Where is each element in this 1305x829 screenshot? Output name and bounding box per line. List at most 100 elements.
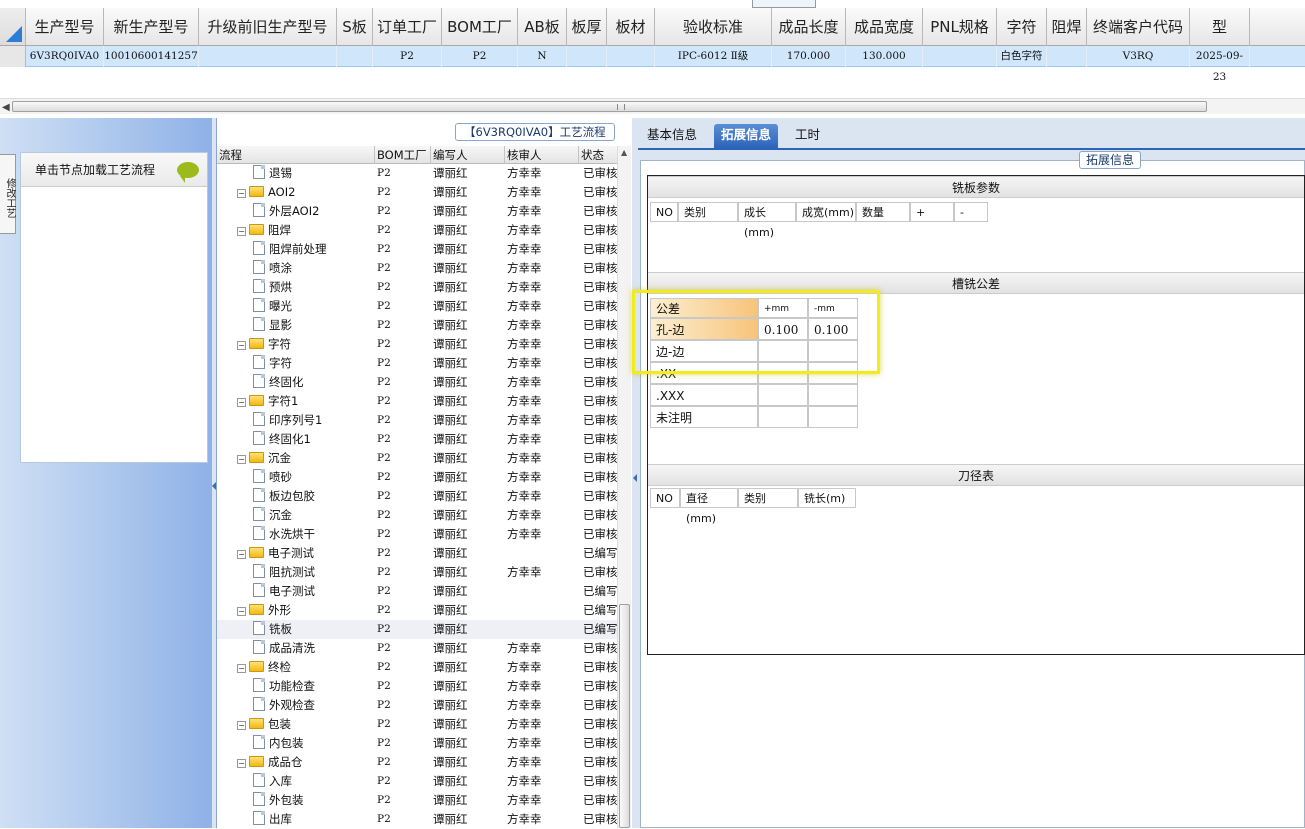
tree-node-cell[interactable]: − 终检 xyxy=(237,658,375,677)
tolerance-cell[interactable]: 边-边 xyxy=(650,340,758,362)
tree-node-cell[interactable]: − 沉金 xyxy=(237,449,375,468)
tree-node-cell[interactable]: 退锡 xyxy=(253,164,375,183)
tree-row[interactable]: − 字符 P2 谭丽红 方幸幸 已审核 xyxy=(217,335,617,354)
tolerance-column-header[interactable]: 公差 xyxy=(650,298,758,318)
tree-row[interactable]: 外包装 P2 谭丽红 方幸幸 已审核 xyxy=(217,791,617,810)
grid-column-header[interactable]: 验收标准 xyxy=(655,8,772,46)
tree-vertical-scrollbar[interactable]: ▲ xyxy=(617,146,631,828)
grid-column-header[interactable]: S板 xyxy=(337,8,373,46)
node-load-header[interactable]: 单击节点加载工艺流程 xyxy=(21,153,207,187)
tree-node-cell[interactable]: 外观检查 xyxy=(253,696,375,715)
grid-column-header[interactable]: BOM工厂 xyxy=(442,8,518,46)
collapse-toggle-icon[interactable]: − xyxy=(237,607,246,616)
tree-row[interactable]: − 阻焊 P2 谭丽红 方幸幸 已审核 xyxy=(217,221,617,240)
tolerance-cell[interactable]: 0.100 xyxy=(808,318,858,340)
scroll-up-icon[interactable]: ▲ xyxy=(621,148,627,157)
tree-node-cell[interactable]: 阻抗测试 xyxy=(253,563,375,582)
grid-cell[interactable] xyxy=(199,46,337,67)
grid-column-header[interactable]: 成品长度 xyxy=(772,8,846,46)
collapse-toggle-icon[interactable]: − xyxy=(237,189,246,198)
grid-column-header[interactable]: 成品宽度 xyxy=(846,8,923,46)
collapse-toggle-icon[interactable]: − xyxy=(237,455,246,464)
tolerance-cell[interactable]: .XXX xyxy=(650,384,758,406)
tree-row[interactable]: 电子测试 P2 谭丽红 已编写 xyxy=(217,582,617,601)
tree-node-cell[interactable]: 内包装 xyxy=(253,734,375,753)
grid-column-header[interactable]: AB板 xyxy=(518,8,567,46)
grid-cell[interactable] xyxy=(567,46,607,67)
tolerance-cell[interactable]: 孔-边 xyxy=(650,318,758,340)
grid-column-header[interactable]: 板材 xyxy=(607,8,655,46)
mill-params-column-header[interactable]: NO xyxy=(650,202,678,222)
tree-row[interactable]: 外观检查 P2 谭丽红 方幸幸 已审核 xyxy=(217,696,617,715)
tree-row[interactable]: − AOI2 P2 谭丽红 方幸幸 已审核 xyxy=(217,183,617,202)
grid-data-row[interactable]: 6V3RQ0IVA0 10010600141257 P2 P2 N IPC-6012 Ⅱ级… xyxy=(0,46,1305,83)
tree-row[interactable]: 显影 P2 谭丽红 方幸幸 已审核 xyxy=(217,316,617,335)
tree-node-cell[interactable]: 终固化1 xyxy=(253,430,375,449)
collapse-toggle-icon[interactable]: − xyxy=(237,759,246,768)
tree-node-cell[interactable]: 外包装 xyxy=(253,791,375,810)
tolerance-cell[interactable]: 未注明 xyxy=(650,406,758,428)
grid-corner-select-all[interactable] xyxy=(0,8,26,46)
tree-node-cell[interactable]: 印序列号1 xyxy=(253,411,375,430)
grid-column-header[interactable]: 阻焊 xyxy=(1047,8,1087,46)
tree-scrollbar-thumb[interactable] xyxy=(619,604,630,828)
tree-node-cell[interactable]: − 字符 xyxy=(237,335,375,354)
grid-cell[interactable]: 130.000 xyxy=(846,46,923,67)
tree-column-header[interactable]: 核审人 xyxy=(505,146,579,164)
tree-row[interactable]: 字符 P2 谭丽红 方幸幸 已审核 xyxy=(217,354,617,373)
tolerance-column-header[interactable]: +mm xyxy=(758,298,808,318)
grid-cell[interactable] xyxy=(607,46,655,67)
tab-extended-info[interactable]: 拓展信息 xyxy=(714,124,779,148)
tree-node-cell[interactable]: 显影 xyxy=(253,316,375,335)
collapse-toggle-icon[interactable]: − xyxy=(237,398,246,407)
top-splitter-handle[interactable] xyxy=(752,0,816,8)
tree-node-cell[interactable]: − 成品仓 xyxy=(237,753,375,772)
grid-column-header[interactable]: PNL规格 xyxy=(923,8,997,46)
tree-row[interactable]: 退锡 P2 谭丽红 方幸幸 已审核 xyxy=(217,164,617,183)
collapse-toggle-icon[interactable]: − xyxy=(237,227,246,236)
grid-cell[interactable]: P2 xyxy=(373,46,442,67)
tool-table-column-header[interactable]: 直径(mm) xyxy=(680,488,738,525)
tree-row[interactable]: 预烘 P2 谭丽红 方幸幸 已审核 xyxy=(217,278,617,297)
tree-row[interactable]: 板边包胶 P2 谭丽红 方幸幸 已审核 xyxy=(217,487,617,506)
grid-cell[interactable] xyxy=(1047,46,1087,67)
mill-params-column-header[interactable]: 成长(mm) xyxy=(738,202,796,239)
tree-row[interactable]: 喷涂 P2 谭丽红 方幸幸 已审核 xyxy=(217,259,617,278)
grid-cell[interactable]: 6V3RQ0IVA0 xyxy=(26,46,104,67)
grid-cell[interactable]: N xyxy=(518,46,567,67)
tree-row[interactable]: 出库 P2 谭丽红 方幸幸 已审核 xyxy=(217,810,617,829)
tree-node-cell[interactable]: − 包装 xyxy=(237,715,375,734)
tree-node-cell[interactable]: 曝光 xyxy=(253,297,375,316)
mill-params-column-header[interactable]: 数量 xyxy=(856,202,910,222)
tolerance-cell[interactable] xyxy=(758,362,808,384)
tree-node-cell[interactable]: 阻焊前处理 xyxy=(253,240,375,259)
mill-params-column-header[interactable]: + xyxy=(910,202,954,222)
grid-cell[interactable]: 2025-09-23 xyxy=(1190,46,1250,83)
tree-row[interactable]: 沉金 P2 谭丽红 方幸幸 已审核 xyxy=(217,506,617,525)
collapse-toggle-icon[interactable]: − xyxy=(237,341,246,350)
tool-table-column-header[interactable]: 铣长(m) xyxy=(798,488,856,508)
tree-row[interactable]: − 成品仓 P2 谭丽红 方幸幸 已审核 xyxy=(217,753,617,772)
collapse-toggle-icon[interactable]: − xyxy=(237,550,246,559)
mill-params-column-header[interactable]: 类别 xyxy=(678,202,738,222)
scroll-left-icon[interactable]: ◀ xyxy=(2,102,10,113)
grid-column-header[interactable]: 型 xyxy=(1190,8,1250,46)
tolerance-cell[interactable] xyxy=(808,362,858,384)
grid-column-header[interactable]: 生产型号 xyxy=(26,8,104,46)
tree-node-cell[interactable]: − 外形 xyxy=(237,601,375,620)
mill-params-column-header[interactable]: - xyxy=(954,202,988,222)
row-header[interactable] xyxy=(0,46,26,67)
tab-basic-info[interactable]: 基本信息 xyxy=(640,124,704,148)
tree-node-cell[interactable]: 入库 xyxy=(253,772,375,791)
tree-row[interactable]: 内包装 P2 谭丽红 方幸幸 已审核 xyxy=(217,734,617,753)
tree-row[interactable]: 阻焊前处理 P2 谭丽红 方幸幸 已审核 xyxy=(217,240,617,259)
tree-row[interactable]: − 沉金 P2 谭丽红 方幸幸 已审核 xyxy=(217,449,617,468)
tree-node-cell[interactable]: 终固化 xyxy=(253,373,375,392)
tree-row[interactable]: − 外形 P2 谭丽红 已编写 xyxy=(217,601,617,620)
tree-row[interactable]: − 电子测试 P2 谭丽红 已编写 xyxy=(217,544,617,563)
tree-node-cell[interactable]: 喷砂 xyxy=(253,468,375,487)
tolerance-cell[interactable] xyxy=(808,384,858,406)
tree-row[interactable]: 功能检查 P2 谭丽红 方幸幸 已审核 xyxy=(217,677,617,696)
tree-row[interactable]: − 字符1 P2 谭丽红 方幸幸 已审核 xyxy=(217,392,617,411)
tool-table-column-header[interactable]: 类别 xyxy=(738,488,798,508)
